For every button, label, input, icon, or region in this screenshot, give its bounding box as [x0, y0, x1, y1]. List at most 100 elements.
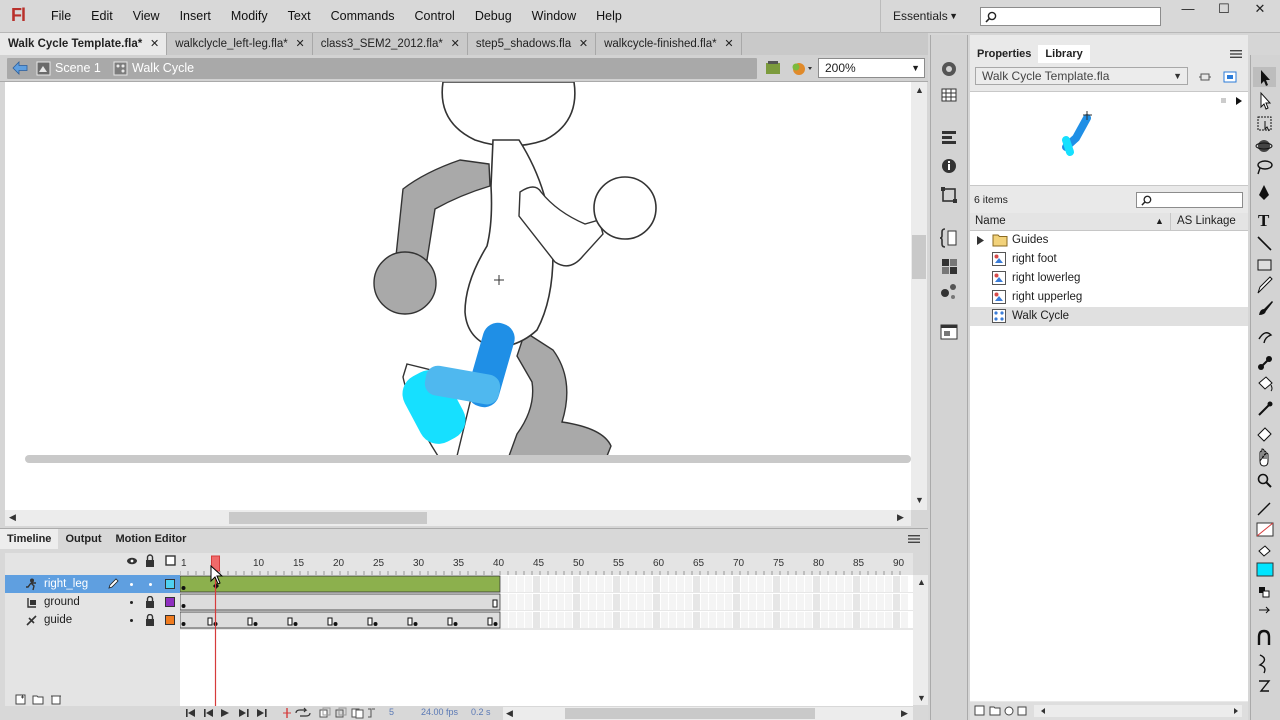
- free-transform-tool-icon[interactable]: [1257, 116, 1272, 132]
- eraser-tool-icon[interactable]: [1257, 427, 1272, 442]
- brush-tool-icon[interactable]: [1259, 301, 1273, 315]
- frame-end-marker[interactable]: [327, 617, 333, 626]
- doc-tab-walkcycle-finished[interactable]: walkcycle-finished.fla* ✕: [596, 33, 742, 55]
- layer-lock-toggle[interactable]: [149, 583, 152, 586]
- scrollbar-thumb[interactable]: [565, 708, 815, 719]
- menu-help[interactable]: Help: [586, 0, 632, 33]
- stage-vertical-scrollbar[interactable]: ▲ ▼: [911, 82, 927, 510]
- transform-icon[interactable]: [941, 187, 957, 203]
- scroll-down-icon[interactable]: ▼: [915, 495, 924, 505]
- preview-stop-icon[interactable]: [1221, 98, 1226, 103]
- stage-canvas[interactable]: [5, 82, 911, 510]
- lasso-tool-icon[interactable]: [1257, 160, 1273, 175]
- doc-tab-class3-sem2[interactable]: class3_SEM2_2012.fla* ✕: [313, 33, 468, 55]
- snap-to-objects-icon[interactable]: [1257, 629, 1271, 645]
- character-back-hand[interactable]: [373, 251, 437, 315]
- outline-icon[interactable]: [165, 555, 176, 566]
- layer-visibility-toggle[interactable]: [130, 583, 133, 586]
- library-item-right-lowerleg[interactable]: right lowerleg: [970, 269, 1248, 288]
- scroll-up-icon[interactable]: ▲: [917, 577, 926, 587]
- components-icon[interactable]: [942, 259, 957, 274]
- timeline-horizontal-scrollbar[interactable]: ◀ ▶: [503, 707, 913, 720]
- properties-icon[interactable]: [1004, 706, 1014, 716]
- library-horizontal-scrollbar[interactable]: [1034, 705, 1242, 717]
- preview-play-icon[interactable]: [1236, 97, 1242, 105]
- tab-motion-editor[interactable]: Motion Editor: [108, 529, 193, 549]
- character-front-hand[interactable]: [593, 176, 657, 240]
- keyframe-marker[interactable]: [493, 622, 498, 626]
- frame-end-marker[interactable]: [247, 617, 253, 626]
- menu-control[interactable]: Control: [405, 0, 465, 33]
- layer-name[interactable]: ground: [44, 593, 80, 611]
- frame-end-marker[interactable]: [367, 617, 373, 626]
- scroll-down-icon[interactable]: ▼: [917, 693, 926, 703]
- menu-commands[interactable]: Commands: [321, 0, 405, 33]
- expand-arrow-icon[interactable]: [977, 236, 984, 245]
- keyframe-marker[interactable]: [413, 622, 418, 626]
- back-arrow-icon[interactable]: [11, 60, 29, 76]
- scrollbar-thumb[interactable]: [229, 512, 427, 524]
- subselection-tool-icon[interactable]: [1260, 91, 1272, 110]
- library-document-select[interactable]: Walk Cycle Template.fla ▼: [975, 67, 1188, 85]
- menu-insert[interactable]: Insert: [170, 0, 221, 33]
- layer-guide[interactable]: guide: [5, 611, 180, 629]
- color-picker-icon[interactable]: [941, 284, 956, 299]
- library-item-walk-cycle[interactable]: Walk Cycle: [970, 307, 1248, 326]
- zoom-tool-icon[interactable]: [1257, 473, 1272, 488]
- current-frame-readout[interactable]: 5: [389, 707, 394, 717]
- hand-tool-icon[interactable]: [1259, 448, 1269, 467]
- scroll-left-icon[interactable]: ◀: [9, 512, 16, 523]
- edit-scene-icon[interactable]: [766, 61, 780, 74]
- timeline-vertical-scrollbar[interactable]: ▲ ▼: [913, 575, 928, 705]
- keyframe-marker[interactable]: [181, 622, 186, 626]
- new-folder-icon[interactable]: [32, 695, 44, 705]
- layer-outline-color[interactable]: [165, 615, 175, 625]
- layer-right-leg[interactable]: right_leg: [5, 575, 180, 593]
- zoom-select[interactable]: 200% ▼: [818, 58, 925, 78]
- project-icon[interactable]: [940, 324, 958, 340]
- frame-end-marker[interactable]: [287, 617, 293, 626]
- close-icon[interactable]: ✕: [150, 33, 159, 55]
- delete-icon[interactable]: [1017, 706, 1027, 716]
- edit-multiple-frames-icon[interactable]: [351, 708, 364, 719]
- stroke-color-swatch[interactable]: [1256, 522, 1274, 537]
- 3d-rotation-tool-icon[interactable]: [1255, 140, 1273, 152]
- close-window-button[interactable]: ✕: [1242, 0, 1278, 20]
- smooth-icon[interactable]: [1258, 654, 1266, 674]
- step-back-icon[interactable]: [204, 709, 213, 717]
- keyframe-marker[interactable]: [181, 604, 186, 608]
- lock-icon[interactable]: [146, 554, 154, 567]
- text-tool-icon[interactable]: T: [1258, 211, 1270, 230]
- scroll-right-icon[interactable]: ▶: [897, 512, 904, 523]
- info-icon[interactable]: [942, 159, 956, 173]
- pen-tool-icon[interactable]: [1259, 185, 1269, 200]
- frame-rate-readout[interactable]: 24.00 fps: [421, 707, 458, 717]
- onion-skin-icon[interactable]: [319, 707, 331, 718]
- menu-window[interactable]: Window: [522, 0, 586, 33]
- black-white-icon[interactable]: [1259, 587, 1270, 598]
- scroll-up-icon[interactable]: ▲: [915, 85, 924, 95]
- bone-tool-icon[interactable]: [1258, 356, 1272, 370]
- library-item-right-foot[interactable]: right foot: [970, 250, 1248, 269]
- first-frame-icon[interactable]: [186, 709, 195, 717]
- onion-skin-outlines-icon[interactable]: [335, 707, 347, 718]
- new-layer-icon[interactable]: [15, 694, 26, 705]
- close-icon[interactable]: ✕: [451, 33, 460, 55]
- fill-color-swatch[interactable]: [1256, 562, 1274, 577]
- doc-tab-walk-cycle-template[interactable]: Walk Cycle Template.fla* ✕: [0, 33, 168, 55]
- last-frame-icon[interactable]: [257, 709, 267, 717]
- doc-tab-walkclycle-left-leg[interactable]: walkclycle_left-leg.fla* ✕: [167, 33, 313, 55]
- panel-menu-icon[interactable]: [908, 534, 920, 544]
- menu-view[interactable]: View: [123, 0, 170, 33]
- delete-layer-icon[interactable]: [51, 695, 61, 705]
- library-item-right-upperleg[interactable]: right upperleg: [970, 288, 1248, 307]
- line-tool-icon[interactable]: [1257, 236, 1272, 251]
- motion-presets-icon[interactable]: [942, 62, 956, 76]
- tab-output[interactable]: Output: [58, 529, 108, 549]
- doc-tab-step5-shadows[interactable]: step5_shadows.fla ✕: [468, 33, 597, 55]
- eye-icon[interactable]: [127, 557, 137, 565]
- workspace-switcher[interactable]: Essentials ▼: [880, 0, 966, 33]
- guide-keyframes[interactable]: [180, 611, 501, 629]
- new-symbol-icon[interactable]: [974, 705, 985, 716]
- library-item-guides[interactable]: Guides: [970, 231, 1248, 250]
